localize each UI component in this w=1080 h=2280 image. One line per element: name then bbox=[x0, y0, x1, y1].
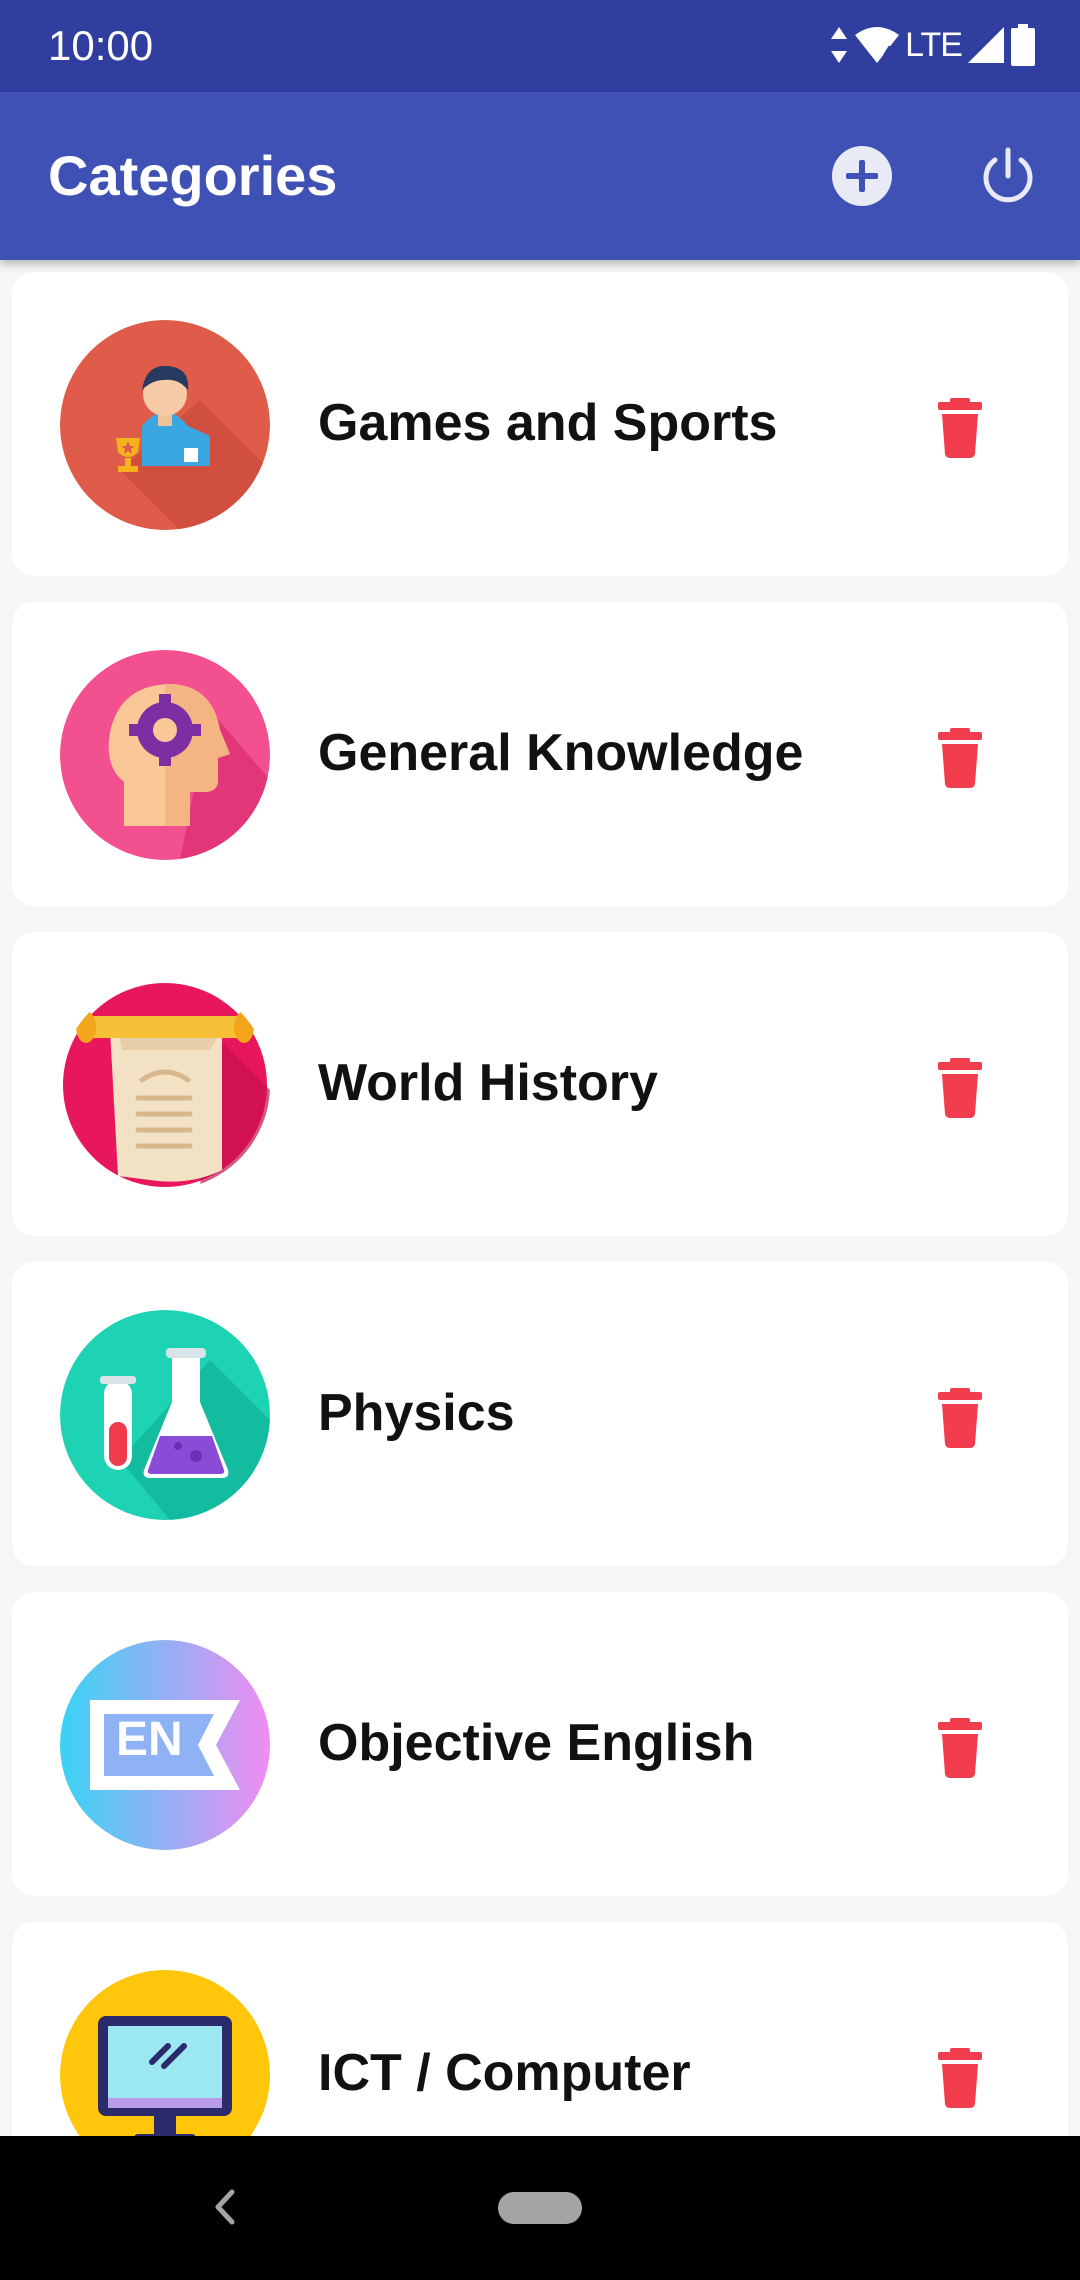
wifi-icon: 4 bbox=[855, 27, 900, 63]
delete-category-button[interactable] bbox=[924, 720, 996, 792]
back-icon bbox=[215, 2189, 235, 2225]
signal-icon bbox=[968, 27, 1004, 63]
trash-icon bbox=[938, 398, 982, 458]
category-name: Physics bbox=[318, 1384, 515, 1442]
scroll-icon bbox=[63, 983, 270, 1190]
english-flag-label: EN bbox=[116, 1713, 183, 1766]
trash-icon bbox=[938, 728, 982, 788]
trash-icon bbox=[938, 1058, 982, 1118]
delete-category-button[interactable] bbox=[924, 390, 996, 462]
category-card[interactable]: World History bbox=[12, 932, 1068, 1236]
category-avatar bbox=[60, 1970, 270, 2136]
category-avatar bbox=[60, 1310, 270, 1520]
svg-text:4: 4 bbox=[883, 43, 893, 63]
category-avatar bbox=[60, 650, 270, 860]
category-card[interactable]: General Knowledge bbox=[12, 602, 1068, 906]
trash-icon bbox=[938, 1388, 982, 1448]
category-avatar: EN bbox=[60, 1640, 270, 1850]
trash-icon bbox=[938, 2048, 982, 2108]
category-card[interactable]: Games and Sports bbox=[12, 272, 1068, 576]
status-icons: 4 LTE bbox=[829, 22, 1036, 68]
navigation-bar bbox=[0, 2136, 1080, 2280]
category-avatar bbox=[60, 980, 270, 1190]
logout-button[interactable] bbox=[976, 144, 1040, 208]
category-name: Objective English bbox=[318, 1714, 755, 1772]
battery-icon bbox=[1011, 24, 1035, 66]
lab-flask-icon bbox=[60, 1310, 270, 1520]
category-card[interactable]: ICT / Computer bbox=[12, 1922, 1068, 2136]
page-title: Categories bbox=[48, 144, 338, 207]
delete-category-button[interactable] bbox=[924, 1050, 996, 1122]
home-pill-icon[interactable] bbox=[498, 2192, 582, 2224]
delete-category-button[interactable] bbox=[924, 1380, 996, 1452]
status-bar: 10:00 4 LTE bbox=[0, 0, 1080, 92]
data-arrows-icon bbox=[831, 27, 848, 63]
category-avatar bbox=[60, 320, 270, 530]
category-name: ICT / Computer bbox=[318, 2044, 691, 2102]
screen: 10:00 4 LTE Categories Games and Sports … bbox=[0, 0, 1080, 2280]
delete-category-button[interactable] bbox=[924, 1710, 996, 1782]
category-name: General Knowledge bbox=[318, 724, 804, 782]
status-time: 10:00 bbox=[48, 22, 154, 69]
add-icon bbox=[832, 146, 892, 206]
category-name: World History bbox=[318, 1054, 658, 1112]
games-sports-icon bbox=[60, 320, 270, 530]
brain-gear-icon bbox=[60, 650, 270, 860]
delete-category-button[interactable] bbox=[924, 2040, 996, 2112]
category-card[interactable]: Physics bbox=[12, 1262, 1068, 1566]
network-type: LTE bbox=[905, 26, 963, 64]
trash-icon bbox=[938, 1718, 982, 1778]
back-button[interactable] bbox=[200, 2182, 250, 2232]
app-bar: Categories bbox=[0, 92, 1080, 260]
power-icon bbox=[983, 147, 1033, 203]
computer-monitor-icon bbox=[60, 1970, 270, 2136]
category-name: Games and Sports bbox=[318, 394, 778, 452]
category-card[interactable]: EN Objective English bbox=[12, 1592, 1068, 1896]
category-list[interactable]: Games and Sports General Knowledge World… bbox=[0, 260, 1080, 2136]
add-category-button[interactable] bbox=[830, 144, 894, 208]
